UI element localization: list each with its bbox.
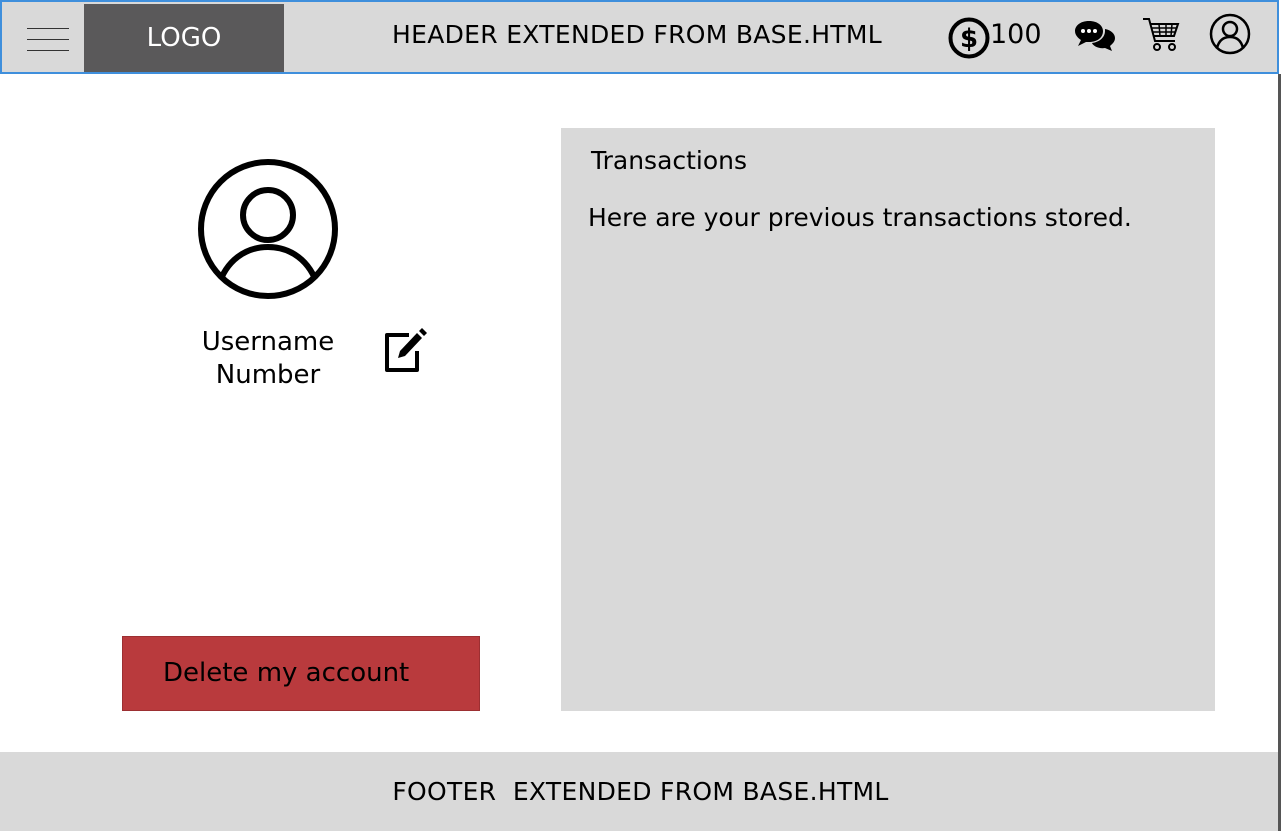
- transactions-title: Transactions: [591, 146, 748, 175]
- username: Username: [201, 327, 335, 357]
- delete-account-button[interactable]: Delete my account: [122, 636, 480, 711]
- transactions-panel: Transactions Here are your previous tran…: [561, 128, 1215, 711]
- header: LOGO HEADER EXTENDED FROM BASE.HTML $ 10…: [0, 0, 1279, 74]
- transactions-description: Here are your previous transactions stor…: [588, 203, 1132, 232]
- footer-text: FOOTER EXTENDED FROM BASE.HTML: [392, 777, 889, 806]
- profile-info: Username Number: [168, 326, 368, 392]
- dollar-coin-icon[interactable]: $: [948, 17, 990, 59]
- user-avatar-icon: [198, 159, 338, 299]
- hamburger-icon[interactable]: [27, 28, 69, 52]
- header-title: HEADER EXTENDED FROM BASE.HTML: [392, 20, 882, 49]
- balance-value: 100: [990, 19, 1042, 50]
- logo[interactable]: LOGO: [84, 4, 284, 74]
- edit-icon[interactable]: [383, 327, 427, 373]
- user-icon[interactable]: [1209, 13, 1251, 55]
- user-number: Number: [215, 360, 321, 390]
- cart-icon[interactable]: [1141, 15, 1181, 53]
- chat-icon[interactable]: [1073, 18, 1117, 54]
- svg-text:$: $: [960, 24, 978, 54]
- footer: FOOTER EXTENDED FROM BASE.HTML: [0, 752, 1281, 831]
